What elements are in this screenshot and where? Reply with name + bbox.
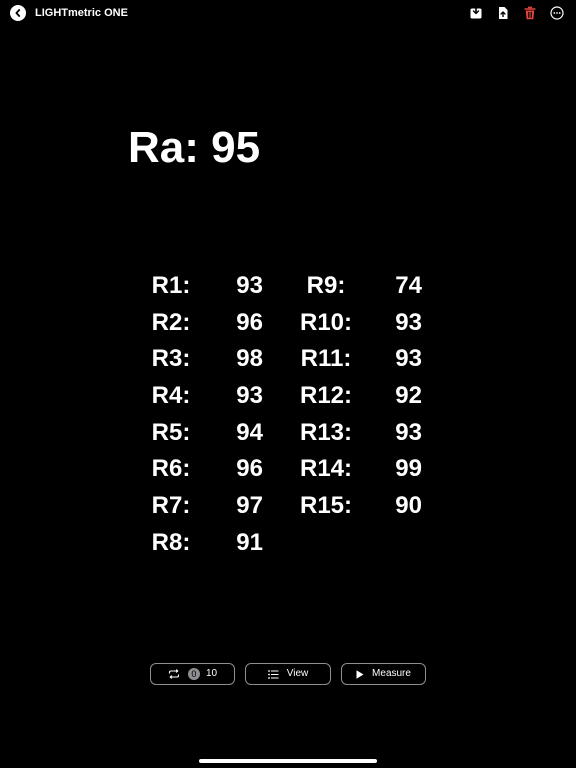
play-icon	[356, 669, 364, 679]
ra-label: Ra:	[128, 123, 199, 172]
r-label: R14:	[299, 455, 353, 482]
save-button[interactable]	[467, 4, 485, 22]
save-icon	[470, 6, 482, 19]
app-title: LIGHTmetric ONE	[35, 7, 128, 19]
r-value: 90	[395, 492, 422, 519]
r-value: 93	[395, 419, 422, 446]
back-button[interactable]	[10, 5, 26, 21]
more-button[interactable]	[548, 4, 566, 22]
ra-readout: Ra: 95	[128, 122, 260, 174]
r-value: 93	[236, 382, 263, 409]
r-value: 98	[236, 345, 263, 372]
r-value: 93	[395, 309, 422, 336]
repeat-badge: 0	[187, 668, 200, 680]
view-label: View	[286, 668, 309, 679]
export-icon	[499, 7, 508, 19]
r-label: R12:	[299, 382, 353, 409]
repeat-count-button[interactable]: 0 10	[150, 663, 235, 685]
r-value: 94	[236, 419, 263, 446]
r-label: R13:	[299, 419, 353, 446]
r-label: R5:	[151, 419, 191, 446]
r-value: 93	[236, 272, 263, 299]
measure-button[interactable]: Measure	[341, 663, 426, 685]
ra-value: 95	[211, 123, 261, 172]
delete-button[interactable]	[521, 4, 539, 22]
r-label: R11:	[300, 345, 352, 372]
r-label: R10:	[299, 309, 353, 336]
r-value: 74	[395, 272, 422, 299]
r-label: R7:	[151, 492, 191, 519]
view-button[interactable]: View	[245, 663, 331, 685]
r-label: R15:	[299, 492, 353, 519]
home-indicator[interactable]	[199, 759, 377, 763]
trash-icon	[524, 6, 536, 20]
r-value: 91	[236, 529, 263, 556]
measure-label: Measure	[372, 668, 411, 679]
list-icon	[267, 669, 279, 679]
r-value: 96	[236, 455, 263, 482]
r-label: R4:	[151, 382, 191, 409]
more-icon	[550, 6, 564, 20]
r-label: R1:	[151, 272, 191, 299]
r-label: R2:	[151, 309, 191, 336]
top-bar: LIGHTmetric ONE	[0, 0, 576, 26]
r-value: 97	[236, 492, 263, 519]
r-label: R3:	[151, 345, 191, 372]
r-label: R6:	[151, 455, 191, 482]
r-value: 96	[236, 309, 263, 336]
r-value: 93	[395, 345, 422, 372]
export-button[interactable]	[494, 4, 512, 22]
chevron-left-icon	[15, 9, 21, 17]
r-label: R8:	[151, 529, 191, 556]
repeat-count: 10	[205, 668, 218, 679]
repeat-icon	[168, 669, 179, 679]
r-value: 99	[395, 455, 422, 482]
r-value: 92	[395, 382, 422, 409]
r-label: R9:	[306, 272, 346, 299]
